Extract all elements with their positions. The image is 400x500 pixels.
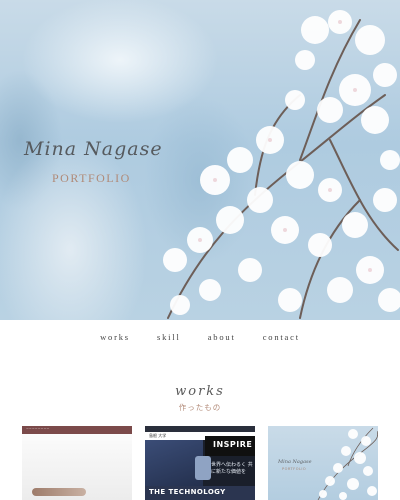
site-subtitle: PORTFOLIO: [52, 171, 131, 185]
card-subtitle: PORTFOLIO: [282, 467, 307, 471]
device-image: [195, 456, 211, 480]
work-card-3[interactable]: Mina Nagase PORTFOLIO: [268, 426, 378, 500]
works-section-subtitle: 作ったもの: [178, 403, 222, 412]
nav-item-about[interactable]: about: [208, 332, 236, 342]
works-section-title: works: [175, 384, 225, 399]
work-card-1[interactable]: ~~~~~~~~: [22, 426, 132, 500]
work-card-2[interactable]: 島根 大学 INSPIRE 世界へ伝わるく 共に新たな価値を THE TECHN…: [145, 426, 255, 500]
product-image: [32, 488, 86, 496]
nav-item-works[interactable]: works: [100, 332, 130, 342]
card-header-bar: ~~~~~~~~: [22, 426, 132, 434]
nav-item-contact[interactable]: contact: [263, 332, 300, 342]
card-title: Mina Nagase: [278, 459, 312, 465]
hero-banner: Mina Nagase PORTFOLIO: [0, 0, 400, 320]
card-footer: THE TECHNOLOGY: [145, 486, 255, 500]
card-footer-text: THE TECHNOLOGY: [149, 488, 226, 496]
inspire-badge: INSPIRE: [213, 440, 253, 449]
cherry-blossom-branch-image: [163, 10, 400, 319]
card-header-text: ~~~~~~~~: [26, 427, 50, 431]
nav-item-skill[interactable]: skill: [157, 332, 181, 342]
site-title: Mina Nagase: [24, 138, 163, 160]
main-nav: works skill about contact: [0, 325, 400, 342]
card-header-text: 島根 大学: [149, 433, 167, 438]
card-caption: 世界へ伝わるく 共に新たな価値を: [211, 462, 253, 475]
